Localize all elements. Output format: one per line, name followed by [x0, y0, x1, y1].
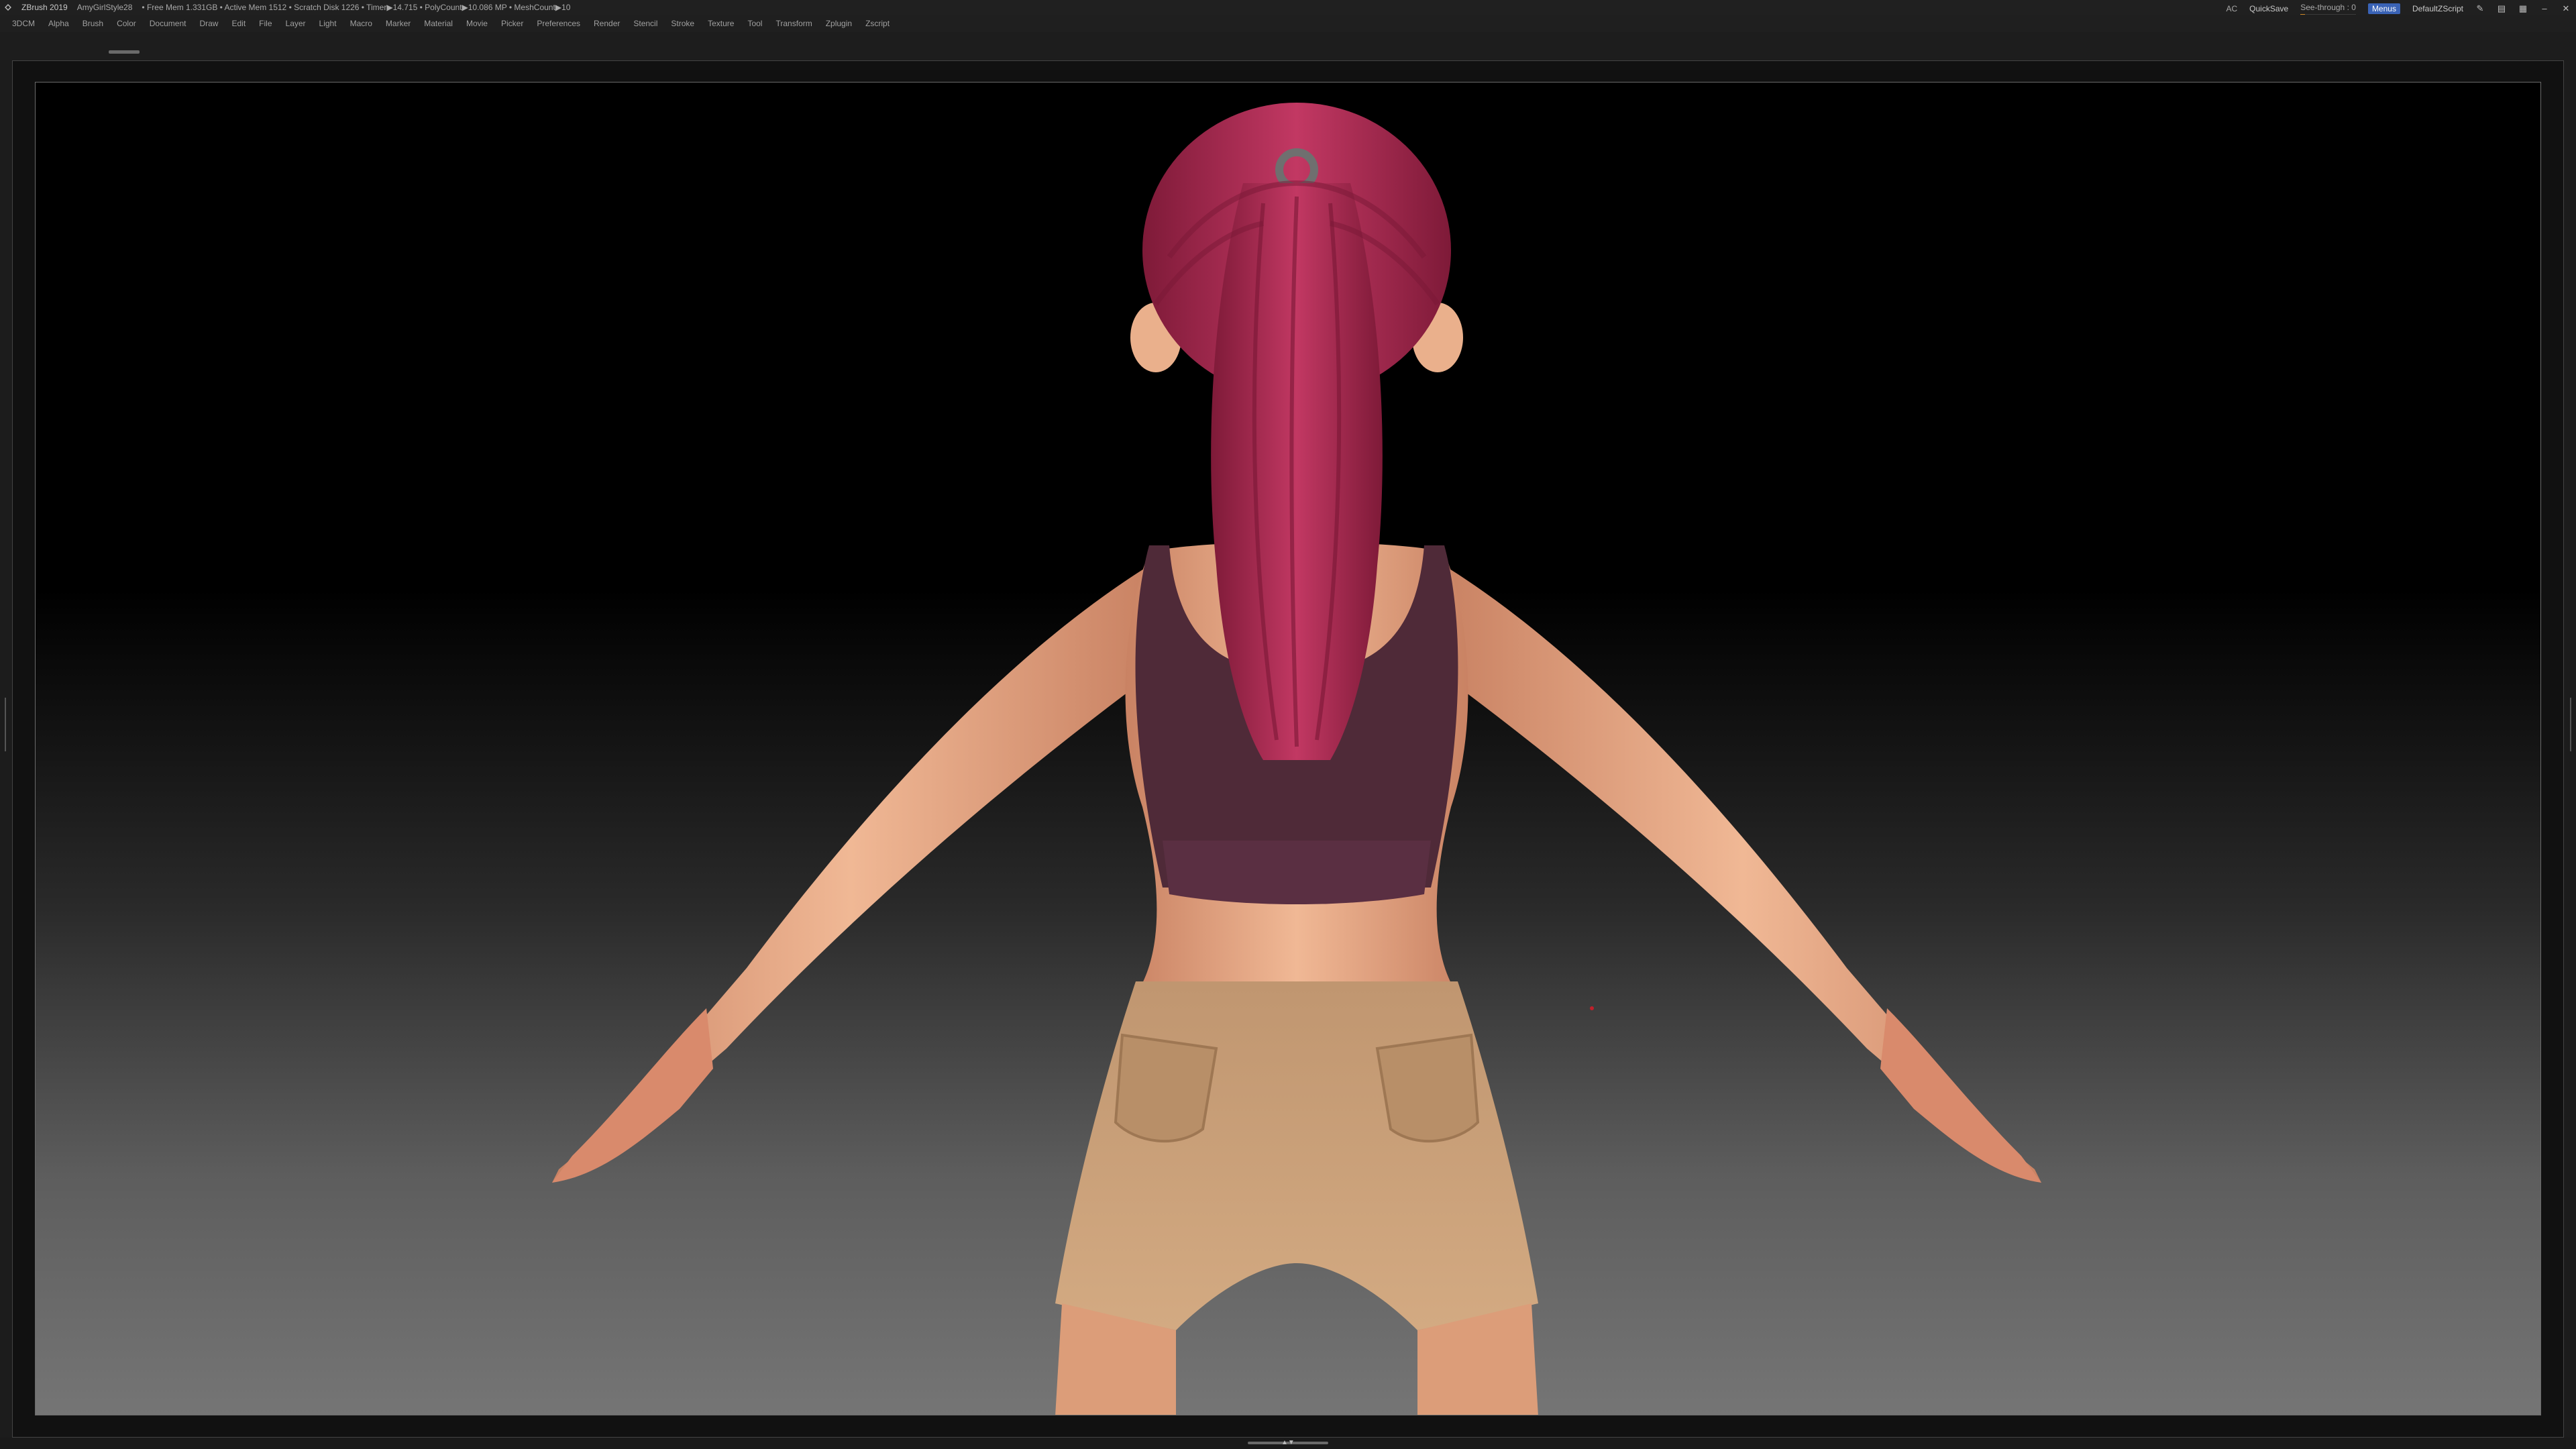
menu-edit[interactable]: Edit: [231, 15, 246, 32]
menu-transform[interactable]: Transform: [775, 15, 812, 32]
menu-render[interactable]: Render: [594, 15, 620, 32]
left-hand: [552, 1008, 713, 1183]
menu-brush[interactable]: Brush: [83, 15, 103, 32]
default-zscript-button[interactable]: DefaultZScript: [2412, 1, 2463, 16]
right-hand: [1880, 1008, 2041, 1183]
menu-file[interactable]: File: [259, 15, 272, 32]
menu-material[interactable]: Material: [424, 15, 453, 32]
title-bar: ZBrush 2019 AmyGirlStyle28 • Free Mem 1.…: [0, 0, 2576, 16]
menu-3dcm[interactable]: 3DCM: [12, 15, 35, 32]
close-icon[interactable]: ✕: [2561, 1, 2571, 16]
app-title: ZBrush 2019: [21, 3, 68, 12]
menu-picker[interactable]: Picker: [501, 15, 523, 32]
brush-cursor-dot: [1590, 1006, 1594, 1010]
tank-top-band: [1163, 841, 1431, 904]
left-pocket: [1114, 1033, 1218, 1143]
menu-macro[interactable]: Macro: [350, 15, 372, 32]
shelf-tab-indicator[interactable]: [109, 50, 140, 54]
memory-stats: • Free Mem 1.331GB • Active Mem 1512 • S…: [142, 3, 571, 12]
menu-bar: 3DCM Alpha Brush Color Document Draw Edi…: [0, 15, 2576, 32]
brush-icon[interactable]: ✎: [2475, 1, 2485, 16]
left-tray-handle[interactable]: [3, 698, 8, 751]
minimize-icon[interactable]: –: [2540, 1, 2549, 16]
see-through-value: 0: [2351, 3, 2356, 12]
project-name: AmyGirlStyle28: [76, 3, 133, 12]
menus-button[interactable]: Menus: [2367, 3, 2400, 14]
bottom-tray: ▲▼: [0, 1438, 2576, 1449]
menu-color[interactable]: Color: [117, 15, 136, 32]
right-pocket: [1375, 1033, 1480, 1143]
menu-layer[interactable]: Layer: [286, 15, 306, 32]
ac-toggle[interactable]: AC: [2226, 1, 2237, 16]
menu-movie[interactable]: Movie: [466, 15, 488, 32]
menu-stencil[interactable]: Stencil: [633, 15, 657, 32]
menu-alpha[interactable]: Alpha: [48, 15, 69, 32]
menu-marker[interactable]: Marker: [386, 15, 411, 32]
document-canvas[interactable]: [35, 82, 2541, 1415]
see-through-label: See-through: [2300, 3, 2345, 12]
menu-zscript[interactable]: Zscript: [865, 15, 890, 32]
menu-tool[interactable]: Tool: [747, 15, 762, 32]
menu-stroke[interactable]: Stroke: [671, 15, 694, 32]
menu-light[interactable]: Light: [319, 15, 337, 32]
palette-icon[interactable]: ▤: [2497, 1, 2506, 16]
menu-preferences[interactable]: Preferences: [537, 15, 580, 32]
shelf-bar: [0, 32, 2576, 60]
sculpt-model: [552, 103, 2041, 1415]
layout-icon[interactable]: ▦: [2518, 1, 2528, 16]
quicksave-button[interactable]: QuickSave: [2249, 1, 2288, 16]
menu-document[interactable]: Document: [150, 15, 186, 32]
right-tray-handle[interactable]: [2568, 698, 2573, 751]
menu-draw[interactable]: Draw: [199, 15, 218, 32]
expand-arrows-icon[interactable]: ▲▼: [1281, 1438, 1295, 1448]
shorts: [1055, 981, 1538, 1330]
menu-texture[interactable]: Texture: [708, 15, 734, 32]
zbrush-logo-icon: [4, 3, 12, 11]
menu-zplugin[interactable]: Zplugin: [826, 15, 852, 32]
ponytail: [1211, 183, 1383, 760]
